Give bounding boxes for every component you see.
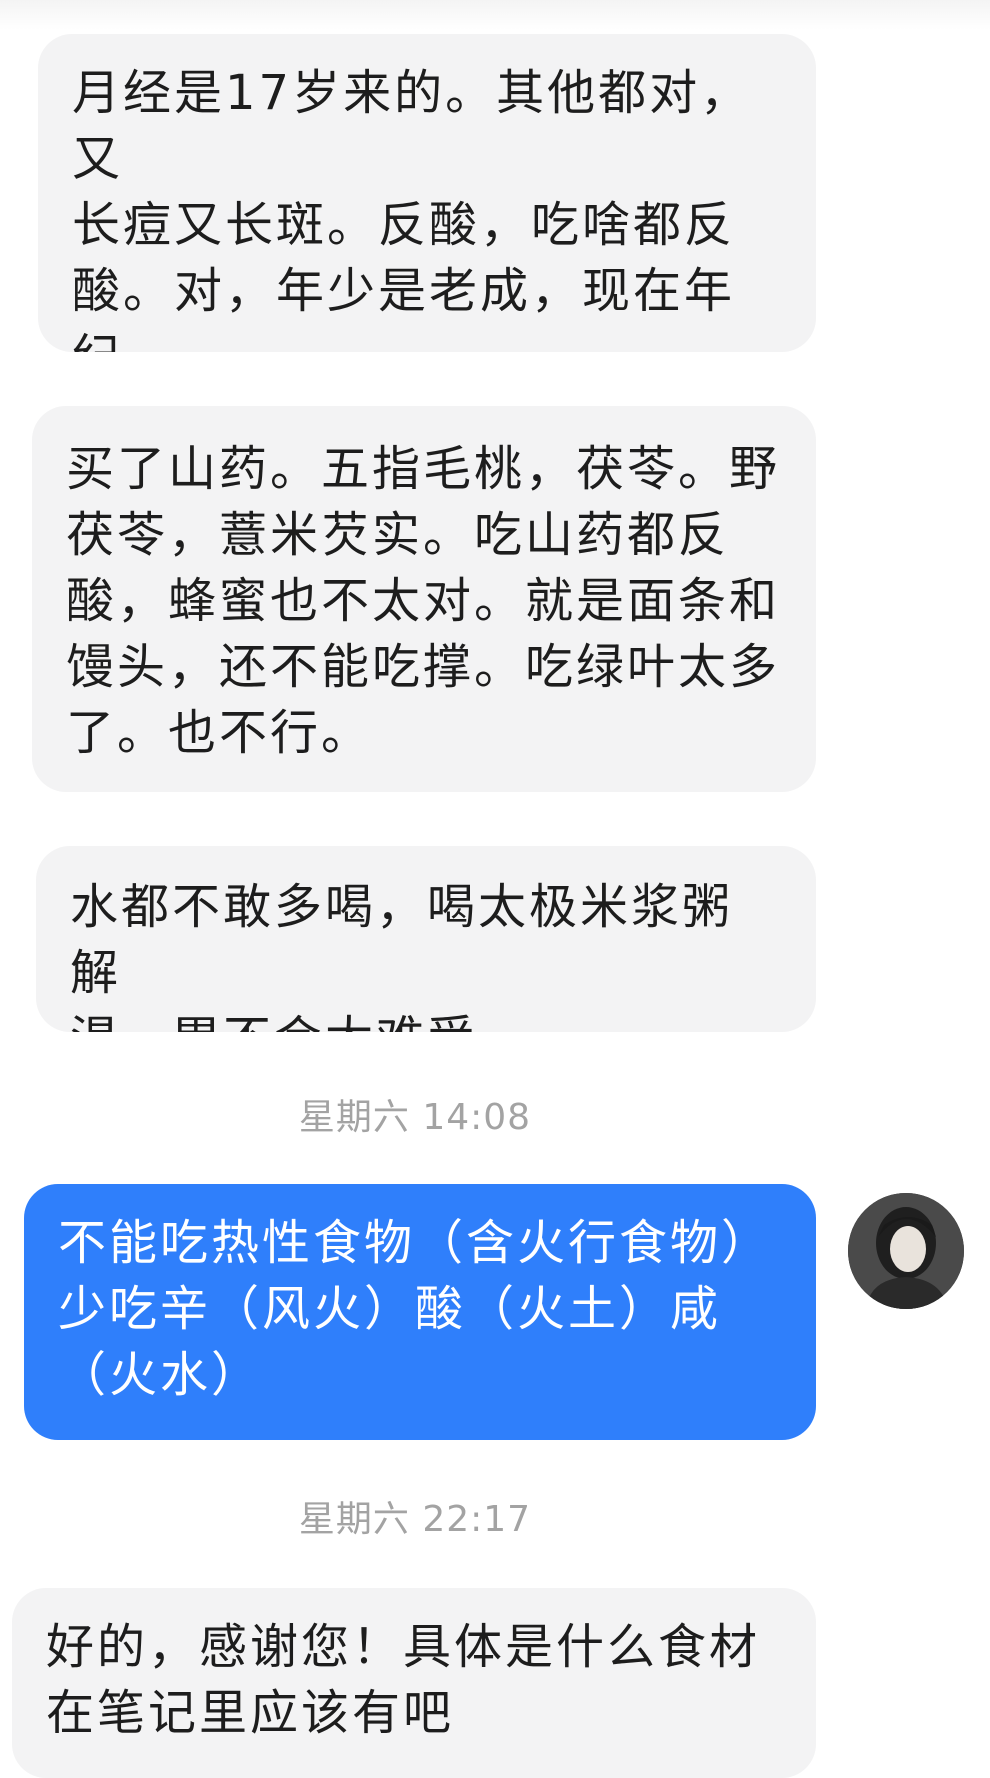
- message-bubble-outgoing[interactable]: 不能吃热性食物（含火行食物） 少吃辛（风火）酸（火土）咸 （火水）: [24, 1184, 816, 1440]
- chat-thread: 月经是17岁来的。其他都对，又 长痘又长斑。反酸，吃啥都反 酸。对，年少是老成，…: [0, 0, 990, 1778]
- message-bubble-incoming[interactable]: 月经是17岁来的。其他都对，又 长痘又长斑。反酸，吃啥都反 酸。对，年少是老成，…: [38, 34, 816, 352]
- message-bubble-incoming[interactable]: 买了山药。五指毛桃，茯苓。野 茯苓，薏米芡实。吃山药都反 酸，蜂蜜也不太对。就是…: [32, 406, 816, 792]
- top-fade: [0, 0, 990, 30]
- timestamp: 星期六 14:08: [298, 1097, 532, 1138]
- message-bubble-incoming[interactable]: 水都不敢多喝，喝太极米浆粥解 渴，胃不会太难受。: [36, 846, 816, 1032]
- message-bubble-incoming[interactable]: 好的，感谢您！具体是什么食材 在笔记里应该有吧: [12, 1588, 816, 1778]
- user-avatar-photo[interactable]: [848, 1193, 964, 1309]
- avatar-icon: [848, 1193, 964, 1309]
- timestamp: 星期六 22:17: [298, 1499, 532, 1540]
